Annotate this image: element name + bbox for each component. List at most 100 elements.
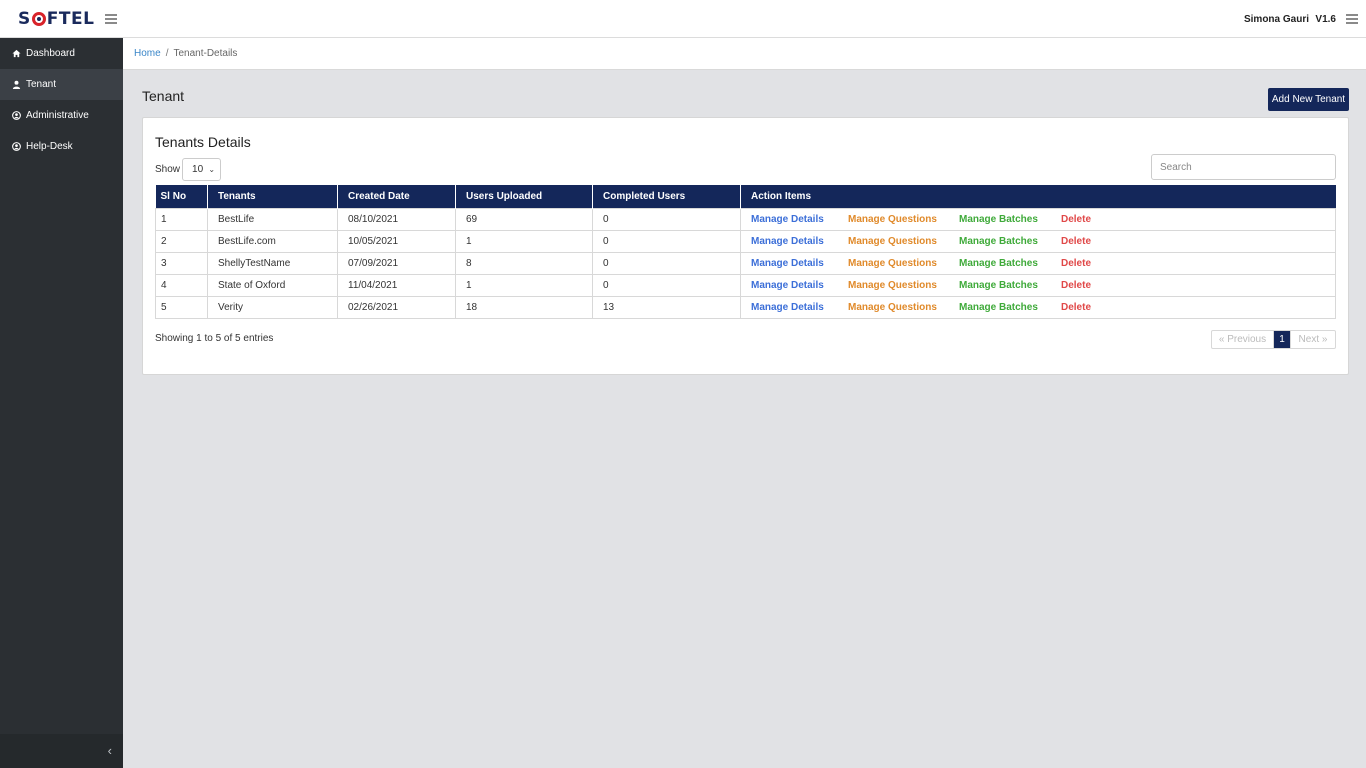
user-icon xyxy=(12,80,21,89)
card-title: Tenants Details xyxy=(155,134,251,150)
manage-questions-link[interactable]: Manage Questions xyxy=(848,214,959,225)
manage-details-link[interactable]: Manage Details xyxy=(751,258,848,269)
user-circle-icon xyxy=(12,142,21,151)
cell-sl-no: 5 xyxy=(155,295,208,319)
user-menu-icon[interactable] xyxy=(1346,14,1358,24)
cell-actions: Manage Details Manage Questions Manage B… xyxy=(740,273,1336,297)
next-page-button[interactable]: Next » xyxy=(1290,331,1335,348)
breadcrumb: Home / Tenant-Details xyxy=(123,38,1366,70)
cell-actions: Manage Details Manage Questions Manage B… xyxy=(740,295,1336,319)
column-header-users-uploaded[interactable]: Users Uploaded xyxy=(455,185,593,208)
table-row: 4 State of Oxford 11/04/2021 1 0 Manage … xyxy=(155,273,1336,297)
app-version: V1.6 xyxy=(1315,14,1336,25)
table-row: 3 ShellyTestName 07/09/2021 8 0 Manage D… xyxy=(155,251,1336,275)
user-circle-icon xyxy=(12,111,21,120)
table-info: Showing 1 to 5 of 5 entries xyxy=(155,333,274,344)
delete-link[interactable]: Delete xyxy=(1061,258,1091,269)
cell-created-date: 10/05/2021 xyxy=(337,229,456,253)
top-bar: S FTEL Simona Gauri V1.6 xyxy=(0,0,1366,38)
cell-actions: Manage Details Manage Questions Manage B… xyxy=(740,251,1336,275)
brand-logo[interactable]: S FTEL xyxy=(18,9,94,29)
table-row: 5 Verity 02/26/2021 18 13 Manage Details… xyxy=(155,295,1336,319)
tenants-card: Tenants Details Show 10 ⌄ Sl No Tenants … xyxy=(142,117,1349,375)
delete-link[interactable]: Delete xyxy=(1061,214,1091,225)
manage-batches-link[interactable]: Manage Batches xyxy=(959,280,1061,291)
manage-questions-link[interactable]: Manage Questions xyxy=(848,258,959,269)
page-1-button[interactable]: 1 xyxy=(1274,331,1290,348)
cell-sl-no: 4 xyxy=(155,273,208,297)
table-row: 1 BestLife 08/10/2021 69 0 Manage Detail… xyxy=(155,207,1336,231)
sidebar-item-label: Help-Desk xyxy=(26,141,73,152)
cell-tenant: ShellyTestName xyxy=(207,251,338,275)
cell-sl-no: 3 xyxy=(155,251,208,275)
entries-per-page-select[interactable]: 10 ⌄ xyxy=(182,158,222,181)
column-header-completed-users[interactable]: Completed Users xyxy=(592,185,741,208)
add-new-tenant-button[interactable]: Add New Tenant xyxy=(1268,88,1349,111)
sidebar-item-label: Tenant xyxy=(26,79,57,90)
sidebar-item-label: Dashboard xyxy=(26,48,75,59)
cell-created-date: 07/09/2021 xyxy=(337,251,456,275)
logo-o-icon xyxy=(31,12,46,26)
delete-link[interactable]: Delete xyxy=(1061,280,1091,291)
table-row: 2 BestLife.com 10/05/2021 1 0 Manage Det… xyxy=(155,229,1336,253)
delete-link[interactable]: Delete xyxy=(1061,236,1091,247)
cell-tenant: State of Oxford xyxy=(207,273,338,297)
manage-batches-link[interactable]: Manage Batches xyxy=(959,258,1061,269)
breadcrumb-separator: / xyxy=(165,48,169,59)
cell-users-uploaded: 69 xyxy=(455,207,593,231)
cell-created-date: 11/04/2021 xyxy=(337,273,456,297)
cell-tenant: BestLife.com xyxy=(207,229,338,253)
previous-page-button[interactable]: « Previous xyxy=(1212,331,1274,348)
column-header-created-date[interactable]: Created Date xyxy=(337,185,456,208)
manage-batches-link[interactable]: Manage Batches xyxy=(959,214,1061,225)
cell-tenant: Verity xyxy=(207,295,338,319)
breadcrumb-current: Tenant-Details xyxy=(173,48,238,59)
cell-sl-no: 2 xyxy=(155,229,208,253)
manage-questions-link[interactable]: Manage Questions xyxy=(848,280,959,291)
entries-per-page-value: 10 xyxy=(192,164,204,175)
column-header-tenants[interactable]: Tenants xyxy=(207,185,338,208)
manage-details-link[interactable]: Manage Details xyxy=(751,280,848,291)
sidebar: Dashboard Tenant Administrative Help-Des… xyxy=(0,38,123,768)
cell-users-uploaded: 18 xyxy=(455,295,593,319)
cell-actions: Manage Details Manage Questions Manage B… xyxy=(740,229,1336,253)
sidebar-item-help-desk[interactable]: Help-Desk xyxy=(0,131,123,162)
sidebar-footer: ‹ xyxy=(0,734,123,768)
page-title: Tenant xyxy=(142,88,185,104)
cell-completed-users: 0 xyxy=(592,273,741,297)
cell-users-uploaded: 8 xyxy=(455,251,593,275)
cell-users-uploaded: 1 xyxy=(455,273,593,297)
manage-questions-link[interactable]: Manage Questions xyxy=(848,302,959,313)
cell-completed-users: 13 xyxy=(592,295,741,319)
manage-details-link[interactable]: Manage Details xyxy=(751,236,848,247)
tenants-table: Sl No Tenants Created Date Users Uploade… xyxy=(155,185,1336,319)
cell-completed-users: 0 xyxy=(592,207,741,231)
sidebar-item-dashboard[interactable]: Dashboard xyxy=(0,38,123,69)
column-header-sl-no[interactable]: Sl No xyxy=(155,185,208,208)
cell-sl-no: 1 xyxy=(155,207,208,231)
cell-tenant: BestLife xyxy=(207,207,338,231)
cell-created-date: 08/10/2021 xyxy=(337,207,456,231)
manage-questions-link[interactable]: Manage Questions xyxy=(848,236,959,247)
breadcrumb-home-link[interactable]: Home xyxy=(134,48,161,59)
sidebar-item-tenant[interactable]: Tenant xyxy=(0,69,123,100)
manage-batches-link[interactable]: Manage Batches xyxy=(959,302,1061,313)
menu-toggle-icon[interactable] xyxy=(105,14,117,24)
delete-link[interactable]: Delete xyxy=(1061,302,1091,313)
cell-completed-users: 0 xyxy=(592,251,741,275)
sidebar-item-label: Administrative xyxy=(26,110,89,121)
show-label: Show xyxy=(155,164,181,175)
search-input[interactable] xyxy=(1151,154,1336,180)
sidebar-item-administrative[interactable]: Administrative xyxy=(0,100,123,131)
manage-batches-link[interactable]: Manage Batches xyxy=(959,236,1061,247)
manage-details-link[interactable]: Manage Details xyxy=(751,302,848,313)
cell-actions: Manage Details Manage Questions Manage B… xyxy=(740,207,1336,231)
pagination: « Previous 1 Next » xyxy=(1211,330,1336,349)
chevron-down-icon: ⌄ xyxy=(208,165,216,174)
home-icon xyxy=(12,49,21,58)
cell-created-date: 02/26/2021 xyxy=(337,295,456,319)
collapse-sidebar-icon[interactable]: ‹ xyxy=(108,743,112,758)
user-name[interactable]: Simona Gauri xyxy=(1244,14,1309,25)
page-length-control: Show 10 ⌄ xyxy=(155,158,222,181)
manage-details-link[interactable]: Manage Details xyxy=(751,214,848,225)
